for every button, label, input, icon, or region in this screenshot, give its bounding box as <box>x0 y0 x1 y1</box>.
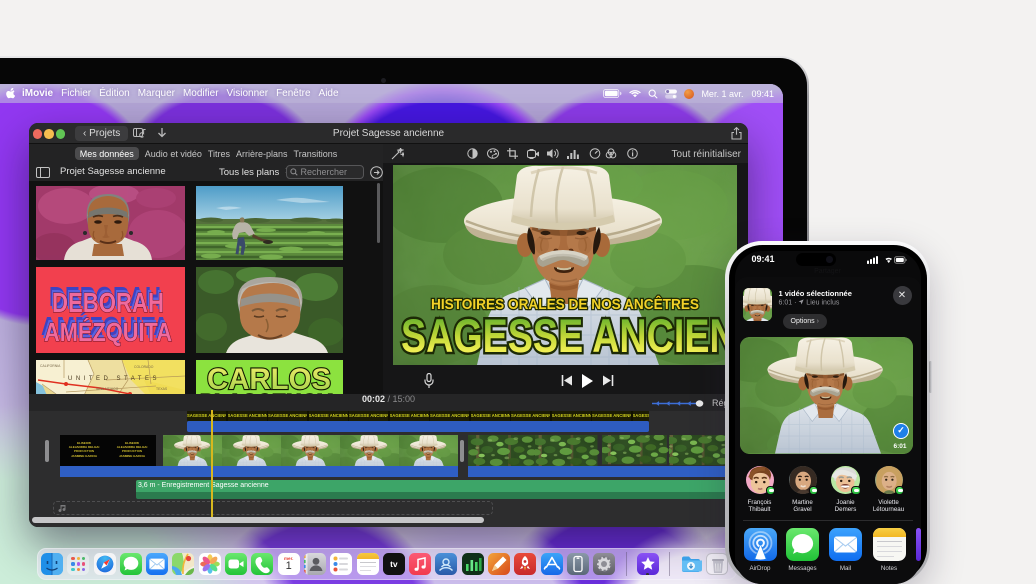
svg-text:SAGESSE ANCIENNE: SAGESSE ANCIENNE <box>401 309 737 362</box>
